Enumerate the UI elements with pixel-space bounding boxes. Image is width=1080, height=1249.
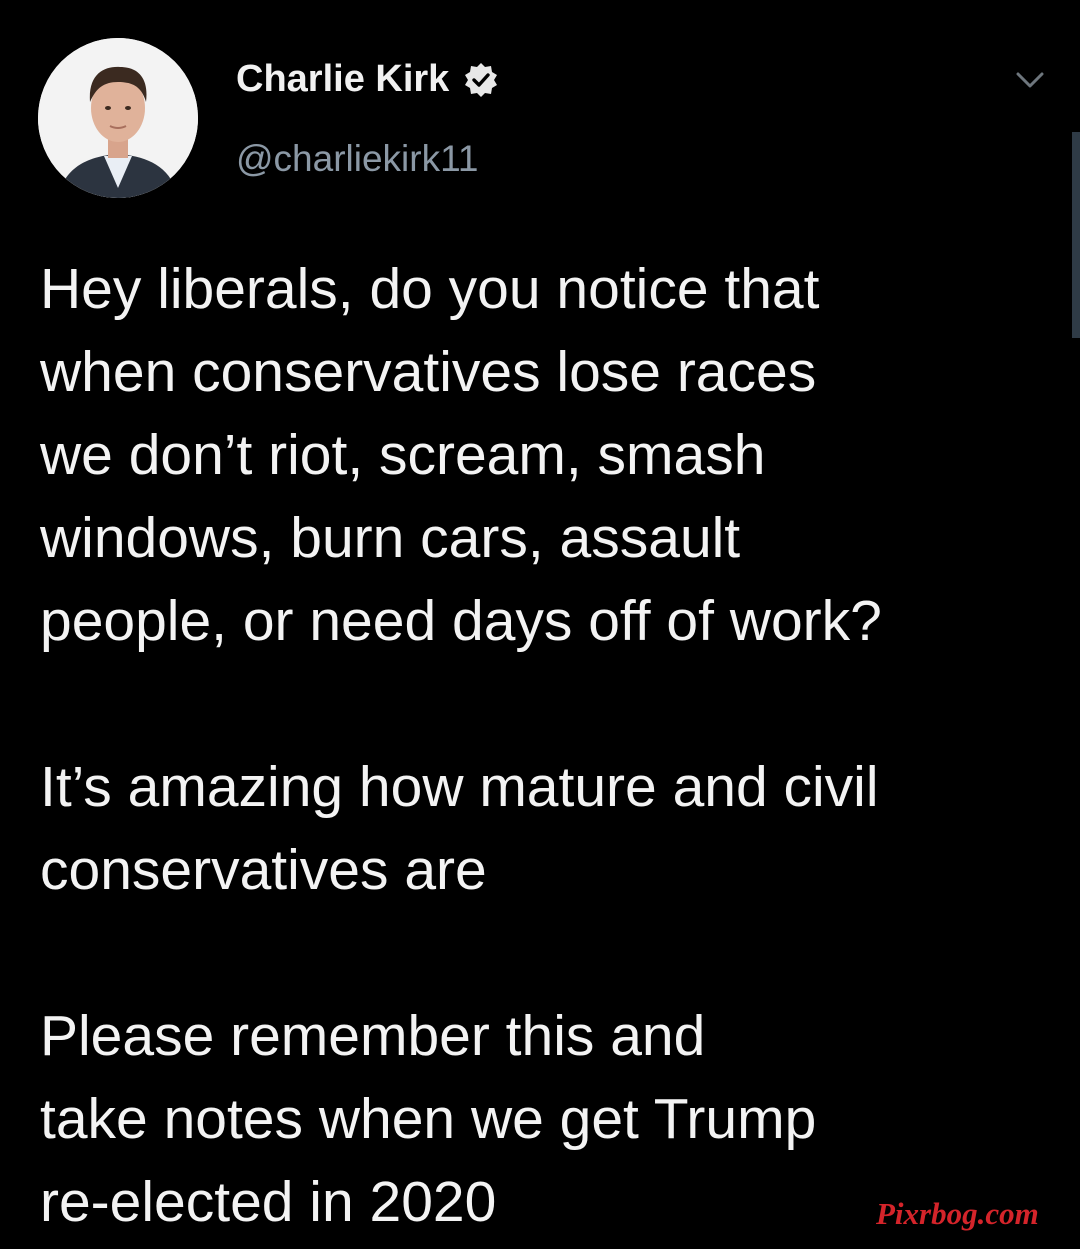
avatar-image — [38, 38, 198, 198]
chevron-down-icon[interactable] — [1012, 66, 1048, 94]
tweet-paragraph: Hey liberals, do you notice that when co… — [40, 257, 882, 653]
tweet-card: Charlie Kirk @charliekirk11 Hey liberals… — [0, 0, 1080, 1249]
verified-badge-icon — [463, 62, 499, 98]
author-name-row[interactable]: Charlie Kirk — [236, 58, 499, 101]
tweet-text: Hey liberals, do you notice that when co… — [40, 248, 1060, 1244]
scrollbar[interactable] — [1072, 132, 1080, 338]
watermark: Pixrbog.com — [876, 1196, 1039, 1231]
author-handle[interactable]: @charliekirk11 — [236, 138, 479, 180]
tweet-paragraph: It’s amazing how mature and civil conser… — [40, 755, 879, 902]
avatar[interactable] — [38, 38, 198, 198]
author-name[interactable]: Charlie Kirk — [236, 58, 449, 101]
